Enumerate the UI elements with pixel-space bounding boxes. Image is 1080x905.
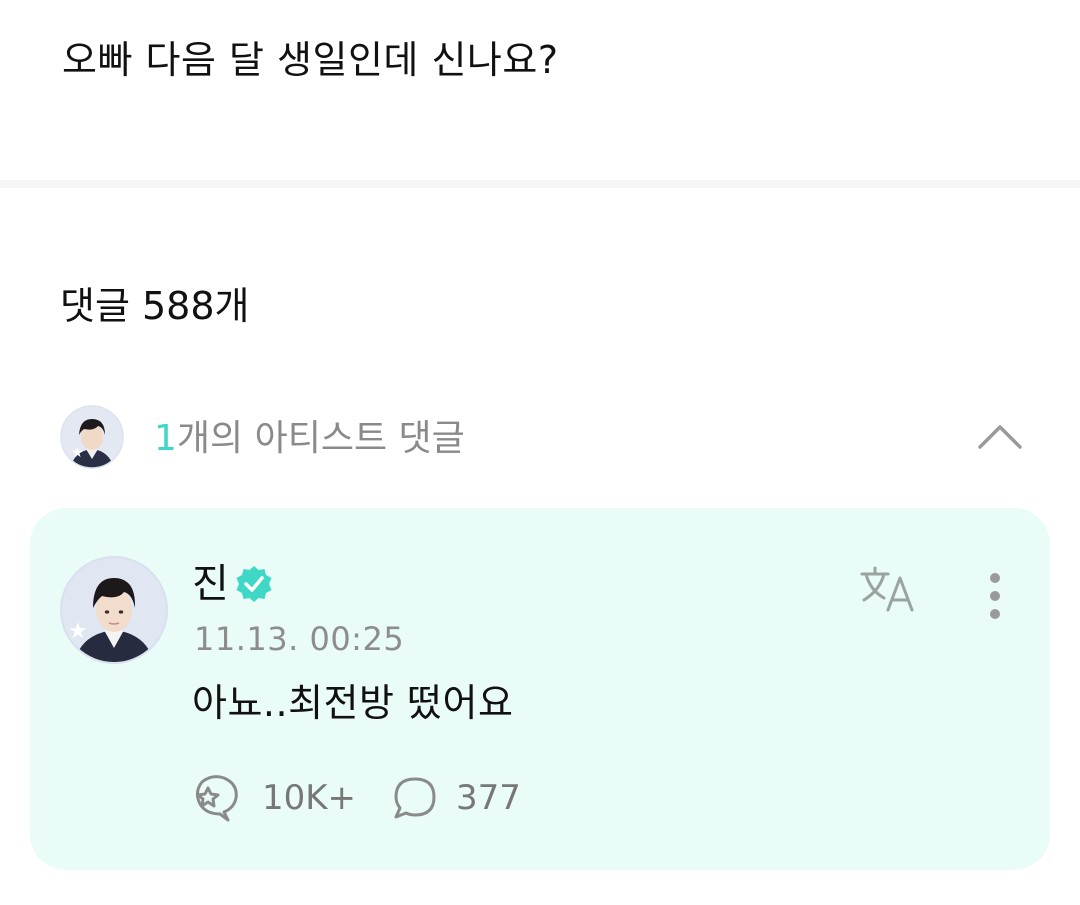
reply-bubble-icon (394, 777, 436, 819)
comment-body: 아뇨..최전방 떴어요 (192, 681, 514, 725)
like-button[interactable]: 10K+ (192, 773, 356, 823)
reply-button[interactable]: 377 (392, 773, 521, 823)
chevron-up-icon[interactable] (976, 415, 1024, 455)
artist-comments-count: 1 (154, 418, 177, 459)
translate-icon[interactable] (858, 564, 922, 616)
like-icon (195, 775, 238, 822)
more-vertical-icon[interactable] (980, 570, 1010, 622)
verified-badge-icon (236, 566, 272, 602)
section-divider (0, 180, 1080, 188)
comment-timestamp: 11.13. 00:25 (194, 620, 405, 658)
artist-comment-card: ★ 진 11.13. 00:25 아뇨..최전방 떴어요 10K+ 377 (30, 508, 1050, 870)
artist-comments-toggle[interactable]: ★ 1개의 아티스트 댓글 (60, 405, 1030, 471)
svg-text:★: ★ (68, 619, 88, 644)
comment-count: 댓글 588개 (60, 284, 250, 328)
reply-count: 377 (456, 777, 521, 818)
artist-comments-label: 1개의 아티스트 댓글 (154, 417, 465, 460)
author-name[interactable]: 진 (192, 560, 229, 608)
author-avatar[interactable]: ★ (60, 556, 168, 664)
artist-avatar-small: ★ (60, 405, 124, 469)
post-text: 오빠 다음 달 생일인데 신나요? (62, 38, 559, 82)
artist-comments-text: 개의 아티스트 댓글 (176, 418, 465, 459)
like-count: 10K+ (262, 777, 357, 818)
svg-text:★: ★ (71, 445, 84, 461)
